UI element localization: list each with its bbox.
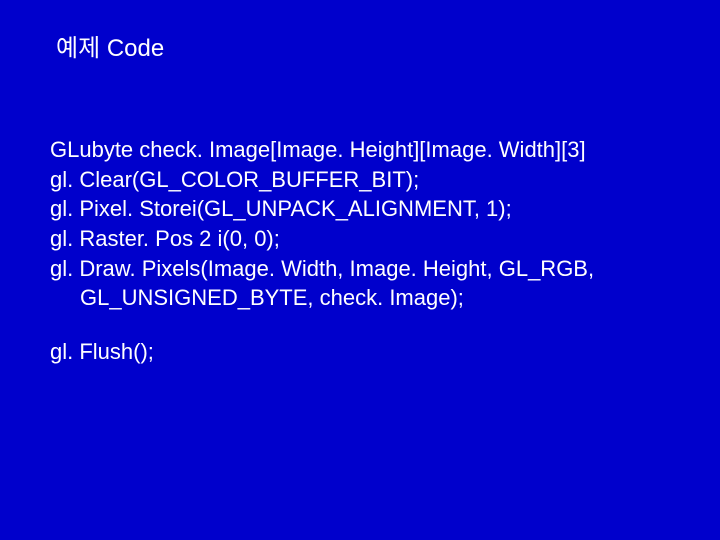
slide-title: 예제 Code (56, 28, 670, 63)
code-line: GL_UNSIGNED_BYTE, check. Image); (50, 283, 670, 313)
code-line: gl. Pixel. Storei(GL_UNPACK_ALIGNMENT, 1… (50, 194, 670, 224)
code-line: gl. Clear(GL_COLOR_BUFFER_BIT); (50, 165, 670, 195)
code-line: GLubyte check. Image[Image. Height][Imag… (50, 135, 670, 165)
code-block: GLubyte check. Image[Image. Height][Imag… (50, 135, 670, 367)
code-line: gl. Draw. Pixels(Image. Width, Image. He… (50, 254, 670, 284)
blank-line (50, 313, 670, 337)
code-line: gl. Raster. Pos 2 i(0, 0); (50, 224, 670, 254)
code-line: gl. Flush(); (50, 337, 670, 367)
